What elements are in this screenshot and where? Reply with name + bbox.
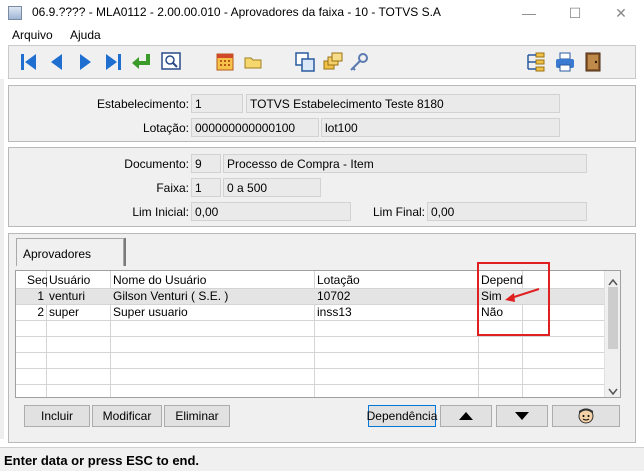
tree-icon[interactable] [523,50,547,74]
red-arrow-icon [503,286,543,307]
cell-usuario: venturi [49,289,86,303]
stack-icon[interactable] [321,50,345,74]
grid-vertical-scrollbar[interactable] [604,271,620,397]
faixa-code-field[interactable]: 1 [191,178,221,197]
minimize-button[interactable]: — [506,0,552,26]
estabelecimento-name-field: TOTVS Estabelecimento Teste 8180 [246,94,560,113]
status-bar: Enter data or press ESC to end. [0,447,644,471]
cell-usuario: super [49,305,80,319]
print-icon[interactable] [553,50,577,74]
cell-seq: 2 [37,305,44,319]
header-panel: Estabelecimento: 1 TOTVS Estabelecimento… [8,85,636,142]
column-header-nome[interactable]: Nome do Usuário [111,273,315,289]
menu-bar: Arquivo Ajuda [0,26,644,45]
move-down-button[interactable] [496,405,548,427]
column-header-seq[interactable]: Seq [25,273,47,289]
cell-seq: 1 [37,289,44,303]
cell-nome: Super usuario [113,305,188,319]
next-record-icon[interactable] [73,50,97,74]
lim-final-field: 0,00 [427,202,587,221]
scroll-down-icon[interactable] [608,385,618,397]
column-header-usuario[interactable]: Usuário [47,273,111,289]
user-face-icon [578,408,594,424]
lotacao-label: Lotação: [142,121,189,135]
goto-icon[interactable] [129,50,153,74]
toolbar [8,45,636,79]
app-icon [8,6,22,20]
background-window-strip [0,79,4,439]
column-header-lotacao[interactable]: Lotação [315,273,479,289]
lotacao-name-field: lot100 [321,118,560,137]
triangle-up-icon [459,412,473,420]
lim-inicial-field: 0,00 [191,202,351,221]
faixa-range-field: 0 a 500 [223,178,321,197]
documento-code-field[interactable]: 9 [191,154,221,173]
incluir-button[interactable]: Incluir [24,405,90,427]
exit-door-icon[interactable] [581,50,605,74]
copy-icon[interactable] [293,50,317,74]
first-record-icon[interactable] [17,50,41,74]
details-panel: Documento: 9 Processo de Compra - Item F… [8,147,636,227]
menu-ajuda[interactable]: Ajuda [70,28,101,42]
modificar-button[interactable]: Modificar [92,405,162,427]
last-record-icon[interactable] [101,50,125,74]
estabelecimento-code-field[interactable]: 1 [191,94,243,113]
close-button[interactable]: ✕ [598,0,644,26]
faixa-label: Faixa: [156,181,189,195]
lim-inicial-label: Lim Inicial: [132,205,189,219]
documento-label: Documento: [124,157,189,171]
user-info-button[interactable] [552,405,620,427]
folder-icon[interactable] [241,50,265,74]
dependencia-button[interactable]: Dependência [367,405,437,427]
move-up-button[interactable] [440,405,492,427]
triangle-down-icon [515,412,529,420]
title-bar: 06.9.???? - MLA0112 - 2.00.00.010 - Apro… [0,0,644,26]
previous-record-icon[interactable] [45,50,69,74]
lim-final-label: Lim Final: [372,205,425,219]
cell-nome: Gilson Venturi ( S.E. ) [113,289,229,303]
estabelecimento-label: Estabelecimento: [96,97,189,111]
tab-aprovadores[interactable]: Aprovadores [16,238,124,266]
documento-name-field: Processo de Compra - Item [223,154,587,173]
key-icon[interactable] [347,50,371,74]
calendar-icon[interactable] [213,50,237,74]
window-title: 06.9.???? - MLA0112 - 2.00.00.010 - Apro… [32,5,441,19]
cell-lotacao: inss13 [317,305,352,319]
eliminar-button[interactable]: Eliminar [164,405,230,427]
cell-lotacao: 10702 [317,289,351,303]
scroll-thumb[interactable] [608,287,618,349]
maximize-button[interactable]: ☐ [552,0,598,26]
search-icon[interactable] [159,50,183,74]
menu-arquivo[interactable]: Arquivo [12,28,53,42]
lotacao-code-field[interactable]: 000000000000100 [191,118,319,137]
